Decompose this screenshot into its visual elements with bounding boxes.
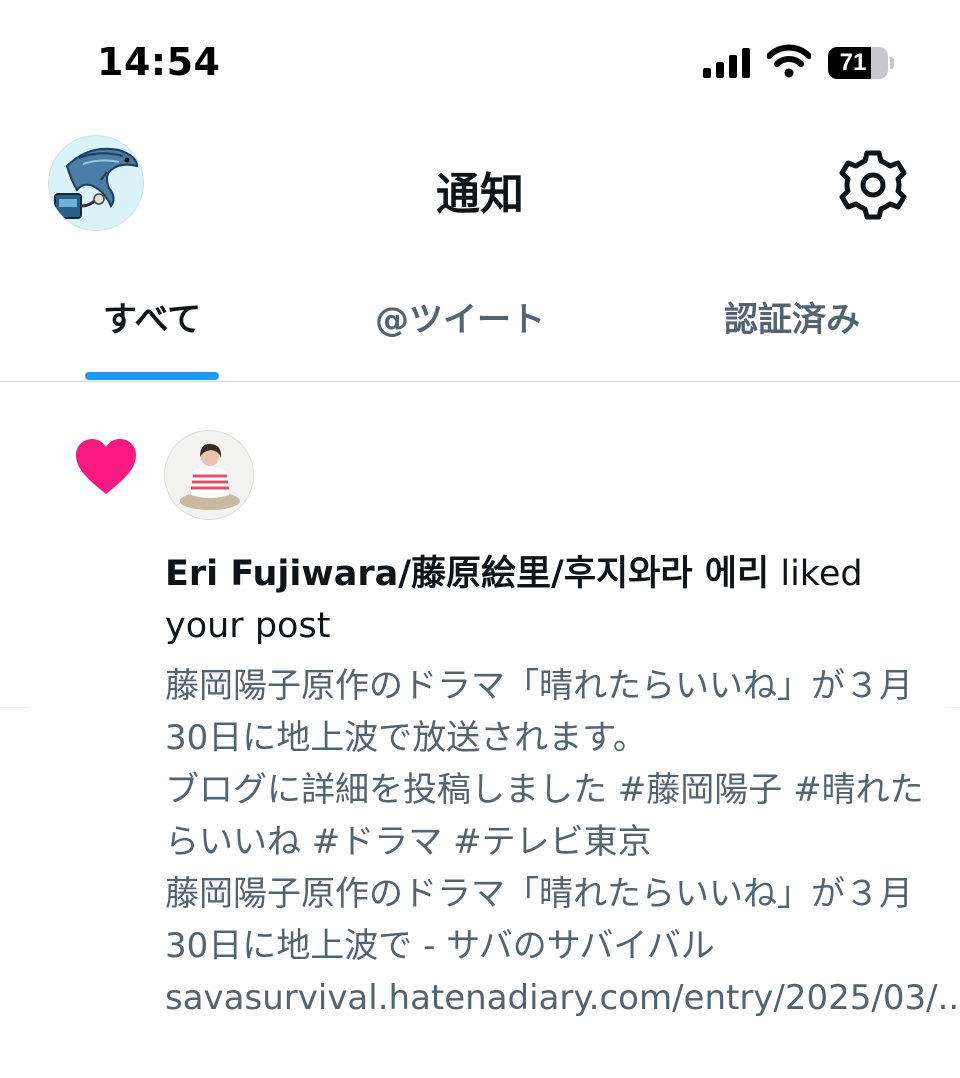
row-divider-right (945, 707, 960, 708)
gear-icon[interactable] (838, 150, 908, 220)
heart-icon (76, 439, 136, 494)
fish-avatar-icon (54, 147, 139, 219)
row-divider-left (0, 707, 30, 708)
page-title: 通知 (436, 169, 524, 220)
tab-selected-indicator (85, 372, 219, 380)
status-time: 14:54 (97, 40, 221, 84)
tab-mentions[interactable]: @ツイート (340, 292, 580, 342)
tab-verified[interactable]: 認証済み (700, 292, 884, 342)
post-text[interactable]: 藤岡陽子原作のドラマ「晴れたらいいね」が３月30日に地上波で放送されます。 ブロ… (165, 660, 960, 1024)
user-name[interactable]: Eri Fujiwara/藤原絵里/후지와라 에리 (165, 554, 769, 594)
tabs-divider (0, 381, 960, 382)
person-avatar-icon (165, 431, 253, 519)
battery-percent: 71 (839, 49, 867, 76)
wifi-icon (767, 44, 811, 78)
notification-text[interactable]: Eri Fujiwara/藤原絵里/후지와라 에리 liked your pos… (165, 548, 925, 652)
liker-avatar[interactable] (164, 430, 254, 520)
avatar[interactable] (48, 135, 144, 231)
battery-icon: 71 (828, 47, 894, 81)
tab-all[interactable]: すべて (60, 292, 244, 342)
cellular-signal-icon (703, 48, 750, 78)
